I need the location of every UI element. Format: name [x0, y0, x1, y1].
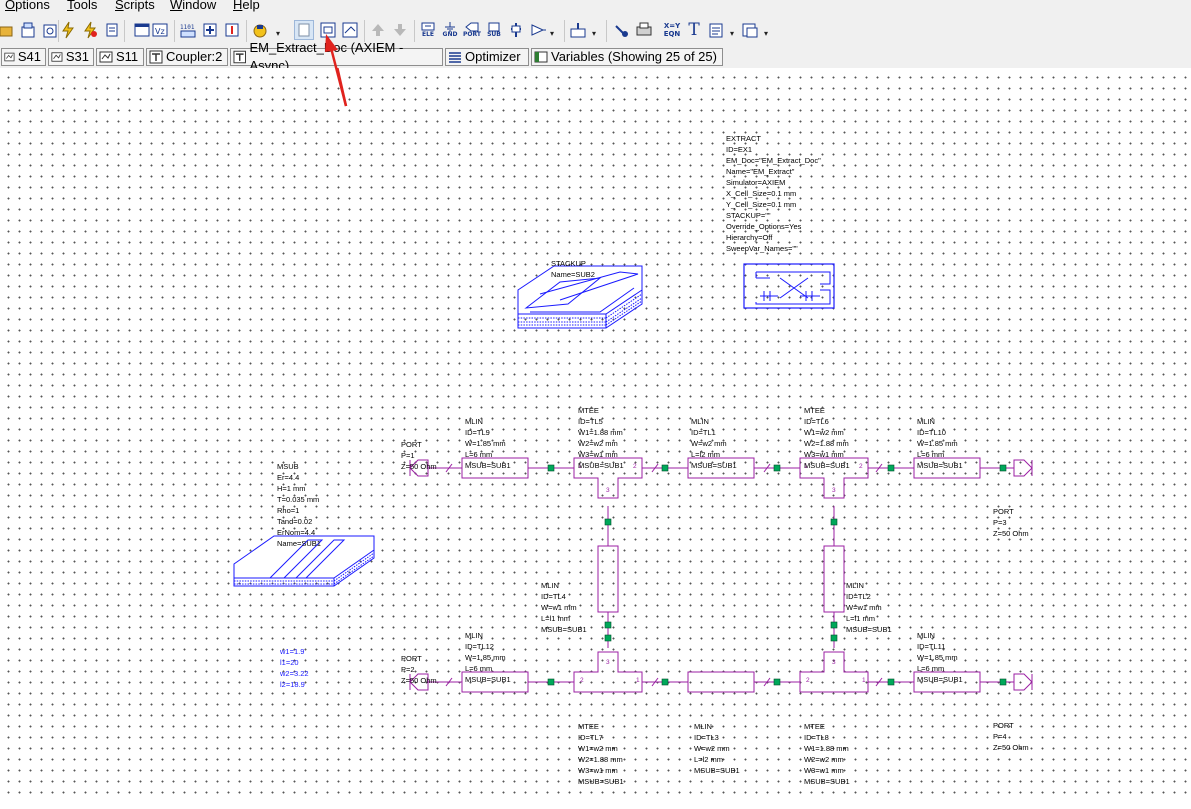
view-icon[interactable] [294, 20, 314, 40]
optimizer-icon [449, 52, 461, 63]
menu-bar: Options Tools Scripts Window Help [0, 0, 1191, 14]
pin-label: 3 [606, 659, 610, 666]
mlin-tl2[interactable] [823, 545, 845, 613]
mtee-tl7[interactable] [573, 651, 643, 693]
arrow-up-icon[interactable] [368, 20, 388, 40]
tl5-properties[interactable]: MTEE ID=TL5 W1=1.88 mm W2=w2 mm W3=w1 mm MSUB… [578, 383, 624, 493]
tl6-properties[interactable]: MTEE ID=TL6 W1=w2 mm W2=1.88 mm W3=w1 mm MSUB… [804, 383, 850, 493]
port-2-properties[interactable]: PORT P=2 Z=50 Ohm [401, 631, 437, 708]
red-arrow-annotation [336, 68, 348, 107]
menu-help[interactable]: Help [233, 0, 260, 12]
window-icon[interactable] [740, 20, 760, 40]
subcircuit-icon[interactable]: SUB [484, 20, 504, 40]
em-structure-icon [233, 50, 246, 64]
pin-label: 1 [636, 677, 640, 684]
extract-properties[interactable]: EXTRACT ID=EX1 EM_Doc="EM_Extract_Doc" Name… [726, 111, 821, 276]
probe-icon[interactable] [528, 20, 548, 40]
graph-icon[interactable] [132, 20, 152, 40]
graph-icon [99, 51, 113, 63]
menu-scripts[interactable]: Scripts [115, 0, 155, 12]
schematic-canvas[interactable]: 1 2 3 1 2 3 2 1 3 2 1 3 EXTRACT ID=EX1 EM_… [0, 68, 1191, 797]
tab-variables[interactable]: Variables (Showing 25 of 25) [531, 48, 723, 66]
port-4-symbol[interactable] [1006, 673, 1033, 691]
equation-icon[interactable]: X=Y EQN [660, 20, 684, 40]
tl4-properties[interactable]: MLIN ID=TL4 W=w1 mm L=l1 mm MSUB=SUB1 [541, 558, 587, 657]
schematic-icon[interactable] [18, 20, 38, 40]
variables-icon [534, 51, 548, 63]
tab-s31[interactable]: S31 [48, 48, 94, 66]
svg-text:1101: 1101 [180, 24, 195, 31]
folder-icon[interactable] [0, 20, 16, 40]
menu-tools[interactable]: Tools [67, 0, 97, 12]
element-icon[interactable]: ELE [418, 20, 438, 40]
tl9-properties[interactable]: MLIN ID=TL9 W=1.85 mm L=6 mm MSUB=SUB1 [465, 394, 511, 493]
view-layout-icon[interactable] [318, 20, 338, 40]
document-tab-bar: S41 S31 S11 Coupler:2 EM_Extract_Doc (AX… [0, 40, 1191, 73]
mlin-tl4[interactable] [597, 545, 619, 613]
tl2-properties[interactable]: MLIN ID=TL2 W=w1 mm L=l1 mm MSUB=SUB1 [846, 558, 892, 657]
port-icon[interactable]: PORT [462, 20, 482, 40]
ground-icon[interactable]: GND [440, 20, 460, 40]
svg-text:Vz: Vz [155, 27, 165, 36]
arrow-down-icon[interactable] [390, 20, 410, 40]
graph-icon [4, 52, 15, 62]
stackup-properties[interactable]: STACKUP Name=SUB2 [551, 236, 595, 302]
tl7-properties[interactable]: MTEE ID=TL7 W1=w2 mm W2=1.88 mm W3=w1 mm MSUB… [578, 699, 624, 809]
wire-break-marks [445, 463, 883, 687]
tab-coupler-2[interactable]: Coupler:2 [146, 48, 228, 66]
graph-icon [51, 52, 63, 62]
simulate-icon[interactable] [58, 20, 78, 40]
tab-s11[interactable]: S11 [96, 48, 144, 66]
note-icon[interactable] [706, 20, 726, 40]
tab-s41[interactable]: S41 [1, 48, 46, 66]
layout-icon[interactable] [40, 20, 60, 40]
tl12-properties[interactable]: MLIN ID=TL12 W=1.85 mm L=6 mm MSUB=SUB1 [465, 608, 511, 707]
pin-label: 3 [832, 659, 836, 666]
tune-icon[interactable] [80, 20, 100, 40]
mlin-tl3[interactable] [687, 671, 755, 693]
bug-icon[interactable] [250, 20, 270, 40]
chevron-down-icon[interactable]: ▾ [764, 29, 772, 43]
toolbar: Vz 1101 ▾ ELE GND PORT SUB ▾ ▾ X=Y EQN T… [0, 14, 1191, 46]
annotation-icon[interactable] [568, 20, 588, 40]
output-equation-icon[interactable]: Vz [150, 20, 170, 40]
pin-label: 1 [862, 677, 866, 684]
tab-optimizer[interactable]: Optimizer [445, 48, 529, 66]
binary-icon[interactable]: 1101 [178, 20, 198, 40]
hierarchy-icon[interactable] [222, 20, 242, 40]
optimize-icon[interactable] [102, 20, 122, 40]
tl8-properties[interactable]: MTEE ID=TL8 W1=1.88 mm W2=w2 mm W3=w1 mm MSUB… [804, 699, 850, 809]
msub-properties[interactable]: MSUB Er=4.4 H=1 mm T=0.035 mm Rho=1 Tand=0.02… [277, 439, 321, 571]
add-subcircuit-icon[interactable] [200, 20, 220, 40]
printer-icon[interactable] [634, 20, 654, 40]
port-4-properties[interactable]: PORT P=4 Z=50 Ohm [993, 698, 1029, 775]
measurement-icon[interactable] [612, 20, 632, 40]
mtee-tl8[interactable] [799, 651, 869, 693]
port-1-properties[interactable]: PORT P=1 Z=50 Ohm [401, 417, 437, 494]
wire-icon[interactable] [506, 20, 526, 40]
menu-window[interactable]: Window [170, 0, 216, 12]
chevron-down-icon[interactable]: ▾ [550, 29, 558, 43]
chevron-down-icon[interactable]: ▾ [730, 29, 738, 43]
pin-label: 2 [806, 677, 810, 684]
schematic-icon [149, 50, 163, 64]
menu-options[interactable]: Options [5, 0, 50, 12]
view-3d-icon[interactable] [340, 20, 360, 40]
text-icon[interactable]: T [684, 20, 704, 40]
tl1-properties[interactable]: MLIN ID=TL1 W=w2 mm L=l2 mm MSUB=SUB1 [691, 394, 737, 493]
tl11-properties[interactable]: MLIN ID=TL11 W=1.85 mm L=6 mm MSUB=SUB1 [917, 608, 963, 707]
port-3-symbol[interactable] [1006, 459, 1033, 477]
pin-label: 2 [633, 463, 637, 470]
chevron-down-icon[interactable]: ▾ [592, 29, 600, 43]
tab-em-extract-doc[interactable]: EM_Extract_Doc (AXIEM - Async) [230, 40, 443, 73]
tl10-properties[interactable]: MLIN ID=TL10 W=1.85 mm L=6 mm MSUB=SUB1 [917, 394, 963, 493]
pin-label: 2 [859, 463, 863, 470]
pin-label: 2 [580, 677, 584, 684]
tl3-properties[interactable]: MLIN ID=TL3 W=w2 mm L=l2 mm MSUB=SUB1 [694, 699, 740, 798]
port-3-properties[interactable]: PORT P=3 Z=50 Ohm [993, 484, 1029, 561]
variable-equations[interactable]: w1=1.9 l1=20 w2=3.22 l2=18.9 [280, 624, 309, 712]
